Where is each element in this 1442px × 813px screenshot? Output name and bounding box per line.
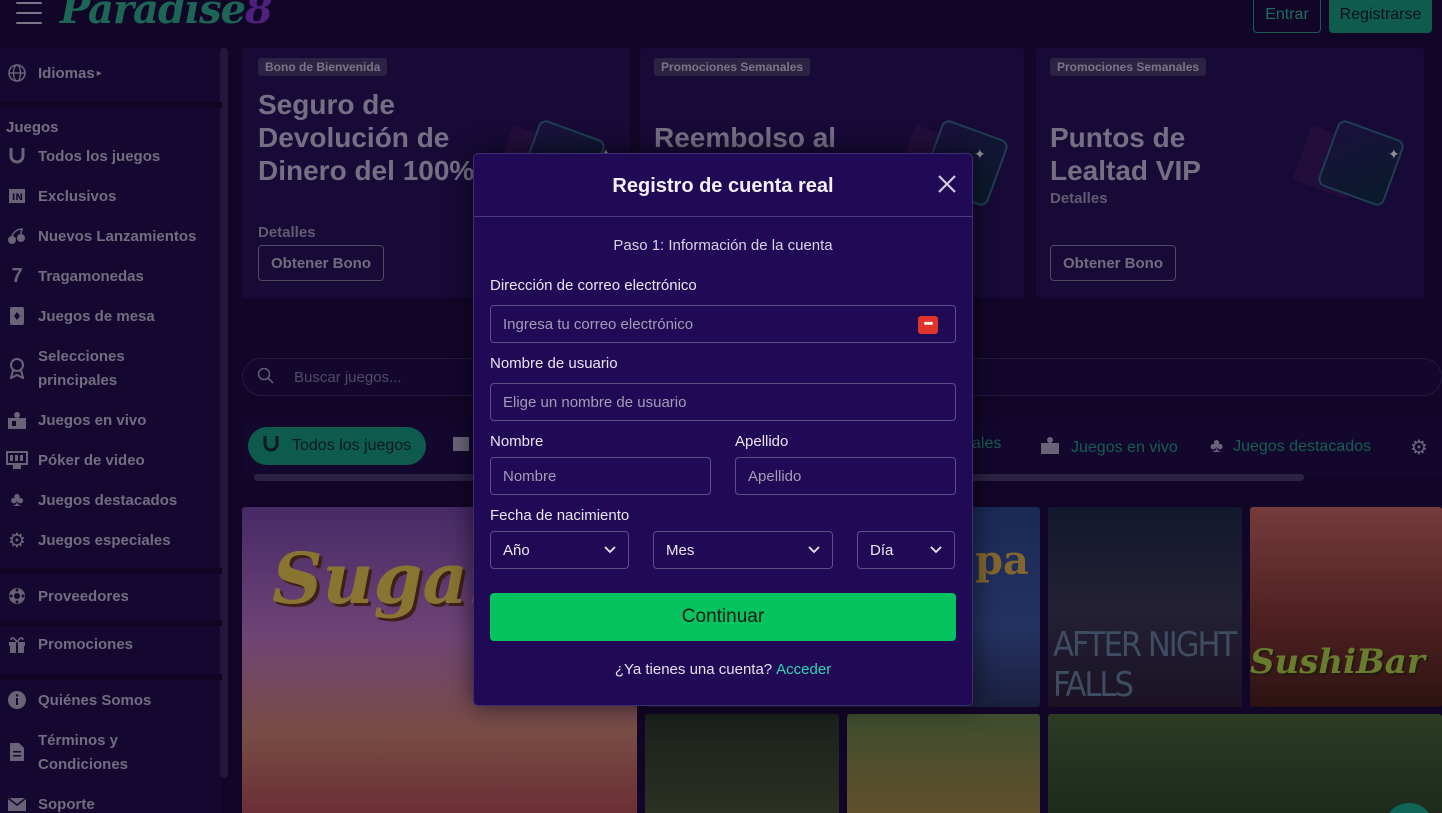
email-field[interactable] bbox=[490, 305, 956, 343]
login-prompt: ¿Ya tienes una cuenta? Acceder bbox=[474, 661, 972, 678]
day-select[interactable]: Día bbox=[857, 531, 955, 569]
chevron-down-icon bbox=[808, 546, 820, 554]
step-indicator: Paso 1: Información de la cuenta bbox=[613, 237, 833, 254]
select-value: Año bbox=[503, 541, 530, 559]
chevron-down-icon bbox=[604, 546, 616, 554]
modal-header: Registro de cuenta real bbox=[474, 154, 972, 217]
first-name-field[interactable] bbox=[490, 457, 711, 495]
close-icon bbox=[938, 174, 956, 193]
email-label: Dirección de correo electrónico bbox=[490, 277, 697, 294]
registration-modal: Registro de cuenta real Paso 1: Informac… bbox=[473, 153, 973, 706]
last-name-field[interactable] bbox=[735, 457, 956, 495]
username-field[interactable] bbox=[490, 383, 956, 421]
login-link[interactable]: Acceder bbox=[776, 661, 831, 678]
year-select[interactable]: Año bbox=[490, 531, 629, 569]
select-value: Mes bbox=[666, 541, 695, 559]
modal-title: Registro de cuenta real bbox=[612, 175, 834, 197]
first-name-label: Nombre bbox=[490, 433, 544, 450]
continue-button[interactable]: Continuar bbox=[490, 593, 956, 641]
chevron-down-icon bbox=[930, 546, 942, 554]
username-label: Nombre de usuario bbox=[490, 355, 618, 372]
last-name-label: Apellido bbox=[735, 433, 789, 450]
select-value: Día bbox=[870, 541, 894, 559]
dob-label: Fecha de nacimiento bbox=[490, 507, 630, 524]
close-button[interactable] bbox=[934, 172, 960, 198]
have-account-text: ¿Ya tienes una cuenta? bbox=[614, 661, 773, 678]
month-select[interactable]: Mes bbox=[653, 531, 833, 569]
password-manager-icon[interactable]: ••• bbox=[918, 316, 938, 334]
